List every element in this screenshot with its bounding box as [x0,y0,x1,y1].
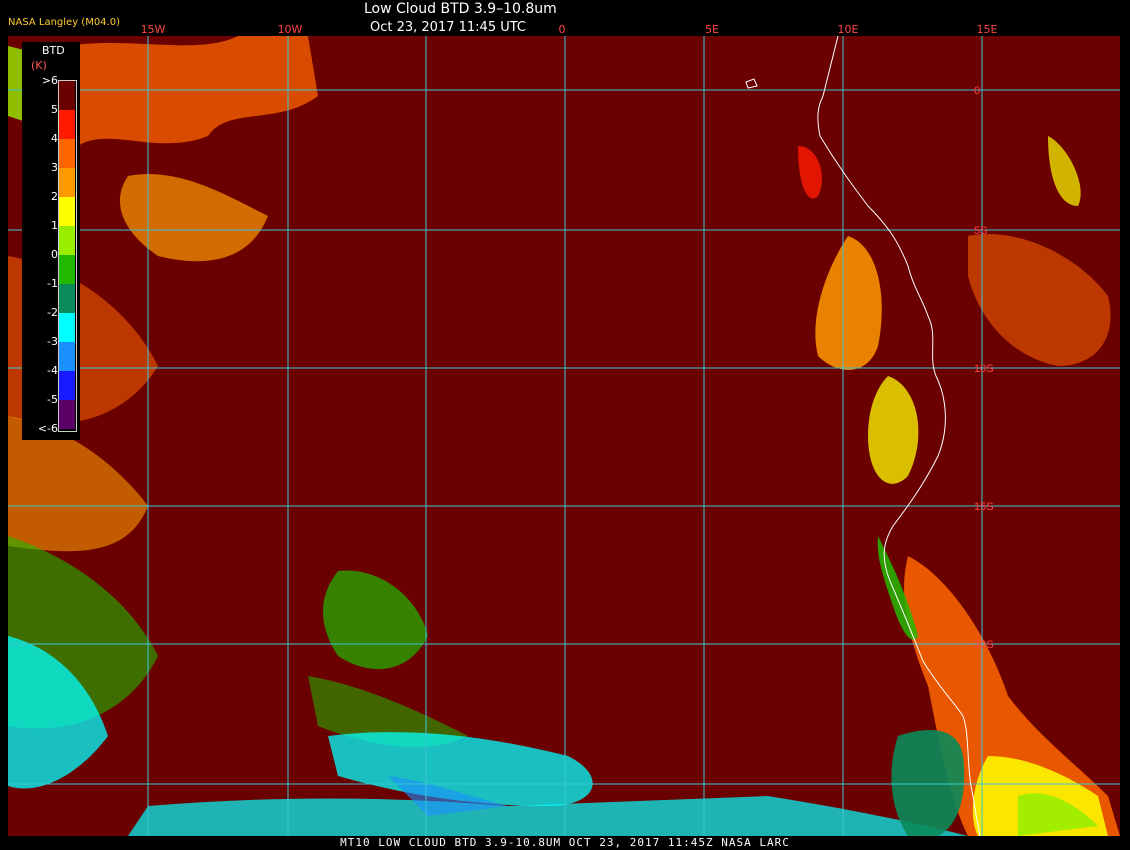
header-bar: NASA Langley (M04.0) Low Cloud BTD 3.9–1… [0,0,1130,36]
legend-tick-label: -2 [47,306,58,319]
footer-caption: MT10 LOW CLOUD BTD 3.9-10.8UM OCT 23, 20… [0,836,1130,850]
satellite-map[interactable]: 0 5S 10S 15S 20S [8,35,1120,837]
longitude-label-0: 0 [558,23,566,36]
color-legend: BTD (K) >6 5 4 3 2 1 0 -1 -2 -3 -4 -5 <-6 [22,42,80,440]
legend-unit: (K) [31,59,47,72]
legend-tick-label: -4 [47,364,58,377]
legend-tick-label: 5 [51,103,58,116]
latitude-label-0: 0 [974,85,980,97]
legend-tick-label: -5 [47,393,58,406]
longitude-label-15w: 15W [140,23,166,36]
legend-tick-label: 0 [51,248,58,261]
latitude-label-5s: 5S [974,225,987,237]
legend-tick-label: 1 [51,219,58,232]
legend-tick-label: 4 [51,132,58,145]
cloud-region [891,730,965,836]
longitude-label-5e: 5E [705,23,719,36]
latitude-label-15s: 15S [974,501,994,513]
longitude-label-10e: 10E [837,23,859,36]
legend-frame [58,80,77,432]
legend-tick-label: >6 [41,74,58,87]
product-title: Low Cloud BTD 3.9–10.8um [364,1,557,17]
legend-tick-label: -1 [47,277,58,290]
legend-tick-label: -3 [47,335,58,348]
longitude-label-10w: 10W [277,23,303,36]
brand-label: NASA Langley (M04.0) [8,17,120,28]
longitude-label-15e: 15E [976,23,998,36]
product-timestamp: Oct 23, 2017 11:45 UTC [370,20,526,35]
legend-tick-label: 3 [51,161,58,174]
legend-tick-label: <-6 [37,422,58,435]
legend-tick-label: 2 [51,190,58,203]
latitude-label-20s: 20S [974,639,994,651]
latitude-label-10s: 10S [974,363,994,375]
legend-title: BTD [42,44,65,57]
